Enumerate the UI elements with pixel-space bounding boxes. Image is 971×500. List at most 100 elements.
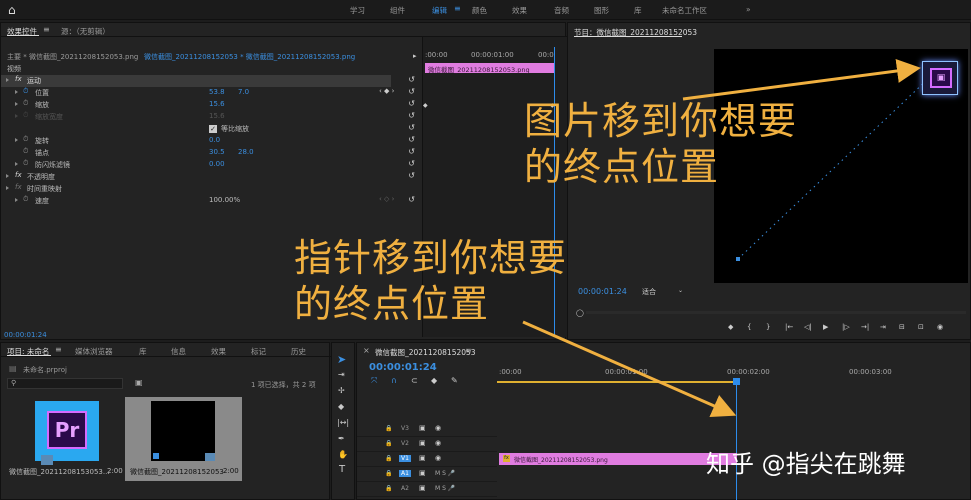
stopwatch-icon[interactable]: ⏱: [23, 159, 28, 168]
eye-icon[interactable]: ◉: [435, 424, 441, 432]
track-header[interactable]: 🔒 V1 ▣ ◉: [357, 453, 497, 467]
transport-button-icon[interactable]: {: [747, 323, 751, 331]
antiflicker-value[interactable]: 0.00: [209, 160, 225, 168]
keyframe-nav-icon[interactable]: ‹ ◇ ›: [379, 195, 394, 203]
track-label[interactable]: V3: [399, 425, 411, 432]
timeline-timecode[interactable]: 00:00:01:24: [369, 362, 437, 373]
transport-button-icon[interactable]: ⊡: [918, 323, 924, 331]
wrench-icon[interactable]: ✎: [451, 376, 458, 385]
linked-icon[interactable]: ⊂: [411, 376, 418, 385]
uniform-scale-checkbox[interactable]: ✓: [209, 125, 217, 133]
transport-button-icon[interactable]: ▶: [823, 323, 828, 331]
track-select-tool-icon[interactable]: ⇥: [338, 370, 345, 379]
project-tab[interactable]: 库: [139, 346, 147, 357]
eye-icon[interactable]: ◉: [435, 454, 441, 462]
panel-menu-icon[interactable]: ≡: [465, 346, 472, 355]
transport-button-icon[interactable]: →|: [861, 323, 869, 331]
reset-scale-icon[interactable]: ↺: [408, 99, 415, 108]
source-clip-label[interactable]: 主要 * 微信截图_20211208152053.png: [7, 52, 138, 62]
stopwatch-icon[interactable]: ⏱: [23, 99, 28, 108]
transport-button-icon[interactable]: ◆: [728, 323, 733, 331]
workspace-tab[interactable]: »: [746, 5, 751, 14]
timeline-title[interactable]: 微信截图_20211208152053: [375, 347, 476, 358]
reset-speed-icon[interactable]: ↺: [408, 195, 415, 204]
lock-icon[interactable]: 🔒: [385, 425, 392, 432]
new-bin-icon[interactable]: ▣: [135, 378, 143, 387]
hand-tool-icon[interactable]: ✋: [338, 450, 348, 459]
reset-antiflicker-icon[interactable]: ↺: [408, 159, 415, 168]
transport-button-icon[interactable]: ◉: [937, 323, 943, 331]
sync-lock-icon[interactable]: ▣: [419, 484, 426, 492]
moved-image-thumbnail[interactable]: ▣: [922, 61, 958, 95]
anchor-x-value[interactable]: 30.5: [209, 148, 225, 156]
project-tab[interactable]: 媒体浏览器: [75, 346, 113, 357]
reset-anchor-icon[interactable]: ↺: [408, 147, 415, 156]
program-scrub-circle[interactable]: ◯: [576, 309, 584, 317]
project-search-input[interactable]: ⚲: [7, 378, 123, 389]
mute-solo-icon[interactable]: M S 🎤: [435, 485, 455, 492]
rotation-value[interactable]: 0.0: [209, 136, 220, 144]
playhead-head[interactable]: [733, 378, 740, 385]
panel-menu-icon[interactable]: ≡: [55, 345, 62, 354]
project-tab[interactable]: 信息: [171, 346, 186, 357]
position-y-value[interactable]: 7.0: [238, 88, 249, 96]
scale-value[interactable]: 15.6: [209, 100, 225, 108]
workspace-tab[interactable]: 颜色: [472, 5, 487, 16]
mute-solo-icon[interactable]: M S 🎤: [435, 470, 455, 477]
panel-menu-icon[interactable]: ≡: [43, 25, 50, 34]
program-scrub-bar[interactable]: [586, 311, 966, 314]
ripple-edit-tool-icon[interactable]: ✢: [338, 386, 345, 395]
workspace-tab[interactable]: 编辑: [432, 5, 447, 16]
transport-button-icon[interactable]: |▷: [842, 323, 850, 331]
tab-source[interactable]: 源：（无剪辑）: [61, 26, 110, 37]
timeline-clip-v1[interactable]: fx 微信截图_20211208152053.png: [499, 453, 737, 465]
play-only-icon[interactable]: ▸: [413, 52, 417, 60]
transport-button-icon[interactable]: ⇥: [880, 323, 886, 331]
effect-motion-row[interactable]: fx 运动: [1, 75, 391, 87]
home-icon[interactable]: ⌂: [8, 3, 16, 17]
project-item-1[interactable]: Pr 微信截图_20211208153053... 2:00: [7, 397, 123, 481]
sequence-clip-label[interactable]: 微信截图_20211208152053 * 微信截图_2021120815205…: [144, 52, 355, 62]
track-label[interactable]: V2: [399, 440, 411, 447]
reset-position-icon[interactable]: ↺: [408, 87, 415, 96]
lock-icon[interactable]: 🔒: [385, 440, 392, 447]
keyframe-nav-icon[interactable]: ‹ ◆ ›: [379, 87, 394, 95]
reset-scale-width-icon[interactable]: ↺: [408, 111, 415, 120]
track-header[interactable]: 🔒 A1 ▣ M S 🎤: [357, 468, 497, 482]
workspace-tab[interactable]: 组件: [390, 5, 405, 16]
fit-dropdown[interactable]: 适合 ⌄: [638, 286, 688, 296]
effect-opacity-row[interactable]: fx 不透明度: [1, 171, 421, 183]
reset-rotation-icon[interactable]: ↺: [408, 135, 415, 144]
magnet-icon[interactable]: ∩: [391, 376, 397, 385]
lock-icon[interactable]: 🔒: [385, 470, 392, 477]
position-x-value[interactable]: 53.8: [209, 88, 225, 96]
project-item-2[interactable]: 微信截图_20211208152053 2:00: [125, 397, 242, 481]
marker-icon[interactable]: ◆: [431, 376, 437, 385]
razor-tool-icon[interactable]: ◆: [338, 402, 344, 411]
reset-uniform-icon[interactable]: ↺: [408, 123, 415, 132]
project-tab[interactable]: 历史: [291, 346, 306, 357]
selection-tool-icon[interactable]: ➤: [337, 353, 346, 366]
mini-clip-bar[interactable]: 微信截图_20211208152053.png: [425, 63, 555, 74]
reset-motion-icon[interactable]: ↺: [408, 75, 415, 84]
sync-lock-icon[interactable]: ▣: [419, 469, 426, 477]
sync-lock-icon[interactable]: ▣: [419, 424, 426, 432]
track-header[interactable]: 🔒 A2 ▣ M S 🎤: [357, 483, 497, 497]
track-label[interactable]: A2: [399, 485, 411, 492]
anchor-y-value[interactable]: 28.0: [238, 148, 254, 156]
stopwatch-icon[interactable]: ⏱: [23, 147, 28, 156]
track-header[interactable]: 🔒 V2 ▣ ◉: [357, 438, 497, 452]
transport-button-icon[interactable]: ⊟: [899, 323, 905, 331]
close-icon[interactable]: ×: [363, 346, 370, 355]
stopwatch-icon[interactable]: ⏱: [23, 195, 28, 204]
stopwatch-icon[interactable]: ⏱: [23, 87, 28, 96]
workspace-tab[interactable]: 音频: [554, 5, 569, 16]
lock-icon[interactable]: 🔒: [385, 455, 392, 462]
transport-button-icon[interactable]: ◁|: [804, 323, 812, 331]
track-header[interactable]: 🔒 V3 ▣ ◉: [357, 423, 497, 437]
workspace-tab[interactable]: 图形: [594, 5, 609, 16]
effect-controls-timecode[interactable]: 00:00:01:24: [4, 331, 47, 339]
workspace-tab[interactable]: 库: [634, 5, 642, 16]
track-label[interactable]: A1: [399, 470, 411, 477]
sync-lock-icon[interactable]: ▣: [419, 439, 426, 447]
